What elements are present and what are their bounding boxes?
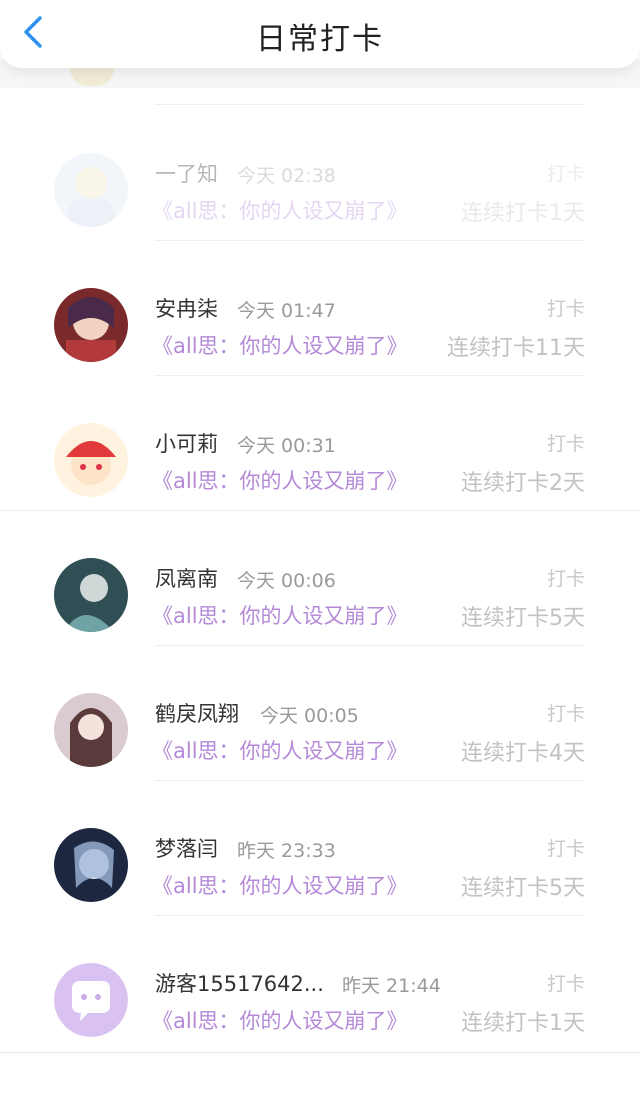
user-name: 安冉柒 (155, 297, 218, 321)
avatar[interactable] (54, 558, 128, 632)
list-item[interactable]: 小可莉 今天 00:31 打卡 《all思：你的人设又崩了》 连续打卡2天 (0, 410, 640, 545)
streak-text: 连续打卡4天 (461, 741, 585, 766)
avatar[interactable] (54, 423, 128, 497)
divider (155, 915, 585, 916)
list-item[interactable]: 凤离南 今天 00:06 打卡 《all思：你的人设又崩了》 连续打卡5天 (0, 545, 640, 680)
book-title-link[interactable]: 《all思：你的人设又崩了》 (152, 1005, 408, 1035)
avatar[interactable] (54, 693, 128, 767)
avatar[interactable] (54, 828, 128, 902)
avatar[interactable] (54, 288, 128, 362)
page-title: 日常打卡 (256, 22, 384, 57)
streak-text: 连续打卡5天 (461, 876, 585, 901)
checkin-label: 打卡 (546, 838, 585, 860)
user-name: 小可莉 (155, 432, 218, 456)
checkin-time: 今天 01:47 (237, 300, 336, 322)
user-name: 凤离南 (155, 567, 218, 591)
chat-bubble-icon[interactable] (54, 963, 128, 1037)
book-title-link[interactable]: 《all思：你的人设又崩了》 (152, 870, 408, 900)
checkin-label: 打卡 (546, 163, 585, 185)
list-item[interactable]: 安冉柒 今天 01:47 打卡 《all思：你的人设又崩了》 连续打卡11天 (0, 275, 640, 410)
checkin-label: 打卡 (546, 433, 585, 455)
header-bar: 日常打卡 (0, 0, 640, 68)
checkin-time: 今天 00:31 (237, 435, 336, 457)
checkin-label: 打卡 (546, 973, 585, 995)
book-title-link[interactable]: 《all思：你的人设又崩了》 (152, 735, 408, 765)
streak-text: 连续打卡2天 (461, 471, 585, 496)
avatar[interactable] (54, 153, 128, 227)
user-name: 一了知 (155, 162, 218, 186)
list-item[interactable]: 游客15517642... 昨天 21:44 打卡 《all思：你的人设又崩了》… (0, 950, 640, 1085)
divider (155, 375, 585, 376)
streak-text: 连续打卡1天 (461, 201, 585, 226)
list-item[interactable]: 梦落闫 昨天 23:33 打卡 《all思：你的人设又崩了》 连续打卡5天 (0, 815, 640, 950)
checkin-time: 昨天 21:44 (342, 975, 441, 997)
divider (155, 645, 585, 646)
checkin-time: 昨天 23:33 (237, 840, 336, 862)
user-name: 鹤戾凤翔 (155, 702, 239, 726)
divider (0, 1052, 640, 1053)
divider (0, 510, 640, 511)
book-title-link[interactable]: 《all思：你的人设又崩了》 (152, 465, 408, 495)
user-name: 梦落闫 (155, 837, 218, 861)
user-name: 游客15517642... (155, 972, 324, 996)
streak-text: 连续打卡11天 (447, 336, 585, 361)
list-item[interactable]: 一了知 今天 02:38 打卡 《all思：你的人设又崩了》 连续打卡1天 (0, 140, 640, 275)
streak-text: 连续打卡5天 (461, 606, 585, 631)
checkin-label: 打卡 (546, 568, 585, 590)
book-title-link[interactable]: 《all思：你的人设又崩了》 (152, 600, 408, 630)
book-title-link[interactable]: 《all思：你的人设又崩了》 (152, 330, 408, 360)
checkin-label: 打卡 (546, 298, 585, 320)
book-title-link[interactable]: 《all思：你的人设又崩了》 (152, 195, 408, 225)
list-item[interactable]: 鹤戾凤翔 今天 00:05 打卡 《all思：你的人设又崩了》 连续打卡4天 (0, 680, 640, 815)
checkin-time: 今天 02:38 (237, 165, 336, 187)
checkin-label: 打卡 (546, 703, 585, 725)
checkin-time: 今天 00:06 (237, 570, 336, 592)
checkin-time: 今天 00:05 (260, 705, 359, 727)
divider (155, 104, 585, 105)
divider (155, 780, 585, 781)
streak-text: 连续打卡1天 (461, 1011, 585, 1036)
divider (155, 240, 585, 241)
